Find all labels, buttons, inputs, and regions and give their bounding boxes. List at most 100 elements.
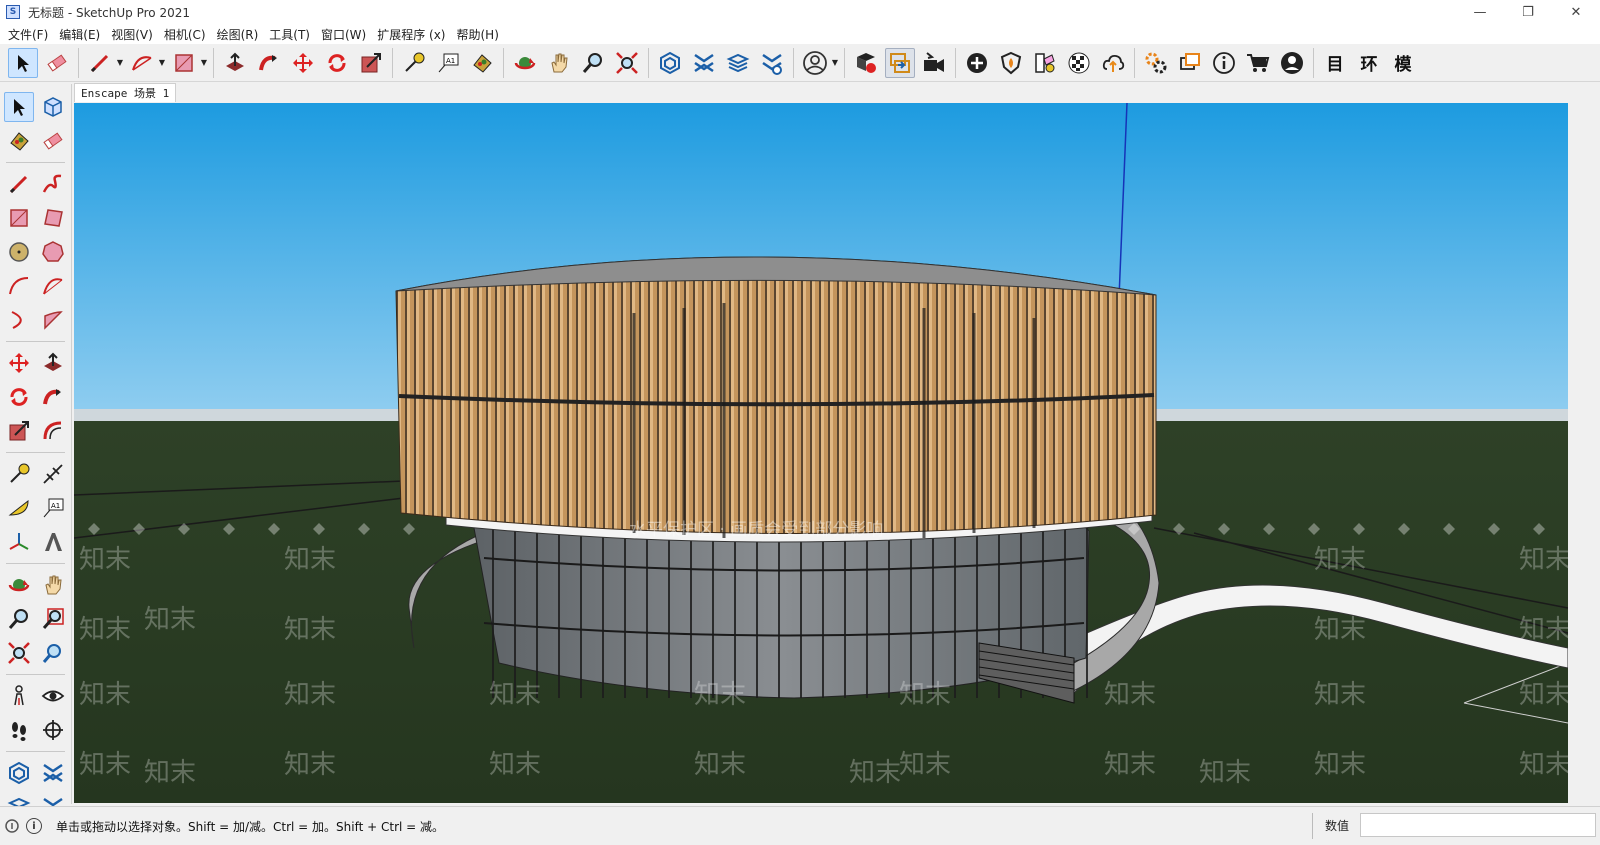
rectangle-tool-button[interactable] [169, 48, 199, 78]
rotated-rectangle-button[interactable] [38, 203, 68, 233]
settings-button[interactable] [1141, 48, 1171, 78]
paint-left-button[interactable] [4, 126, 34, 156]
menu-view[interactable]: 视图(V) [107, 26, 157, 43]
enscape-start-button[interactable] [851, 48, 881, 78]
axes-button[interactable] [4, 527, 34, 557]
scale-tool-button[interactable] [356, 48, 386, 78]
line-tool-button[interactable] [85, 48, 115, 78]
watermark-text: 知末 [79, 750, 131, 780]
tape-measure-tool-button[interactable] [399, 48, 429, 78]
select-tool-button[interactable] [8, 47, 38, 78]
three-point-arc-button[interactable] [4, 305, 34, 335]
zoom-window-button[interactable] [38, 604, 68, 634]
model-viewport[interactable]: 知末 知末 知末 知末 知末 知末 知末 知末 知末 知末 知末 知末 知末 知… [74, 103, 1568, 803]
text-left-button[interactable]: A1 [38, 493, 68, 523]
plugin-button-2[interactable]: 环 [1354, 48, 1384, 78]
follow-me-tool-button[interactable] [254, 48, 284, 78]
arc-left-button[interactable] [4, 271, 34, 301]
position-camera-button[interactable] [4, 681, 34, 711]
offset-button[interactable] [38, 416, 68, 446]
pie-button[interactable] [38, 305, 68, 335]
tape-measure-left-button[interactable] [4, 459, 34, 489]
two-point-arc-button[interactable] [38, 271, 68, 301]
rotate-left-button[interactable] [4, 382, 34, 412]
circle-button[interactable] [4, 237, 34, 267]
look-around-button[interactable] [38, 681, 68, 711]
orbit-left-button[interactable] [4, 570, 34, 600]
geolocation-icon[interactable] [4, 818, 20, 834]
push-pull-left-button[interactable] [38, 348, 68, 378]
toolbar-separator [503, 47, 504, 78]
paint-bucket-tool-button[interactable] [467, 48, 497, 78]
pan-left-button[interactable] [38, 570, 68, 600]
follow-me-left-button[interactable] [38, 382, 68, 412]
warehouse-button[interactable] [655, 48, 685, 78]
restore-button[interactable]: ❐ [1504, 0, 1552, 24]
enscape-sync-button[interactable] [885, 47, 915, 78]
dimension-button[interactable] [38, 459, 68, 489]
enscape-asset-button[interactable] [996, 48, 1026, 78]
rectangle-tool-dropdown-icon[interactable]: ▼ [199, 48, 209, 78]
plugin-button-3[interactable]: 模 [1388, 48, 1418, 78]
select-tool-left-button[interactable] [3, 92, 34, 122]
menu-help[interactable]: 帮助(H) [452, 26, 502, 43]
menu-draw[interactable]: 绘图(R) [213, 26, 263, 43]
watermark-text: 知末 [144, 758, 196, 788]
plugin-button-1[interactable]: 目 [1320, 48, 1350, 78]
rectangle-left-button[interactable] [4, 203, 34, 233]
zoom-left-button[interactable] [4, 604, 34, 634]
info-icon[interactable]: i [26, 818, 42, 834]
line-left-button[interactable] [4, 169, 34, 199]
zoom-extents-tool-button[interactable] [612, 48, 642, 78]
close-button[interactable]: ✕ [1552, 0, 1600, 24]
freehand-button[interactable] [38, 169, 68, 199]
about-button[interactable] [1209, 48, 1239, 78]
profile-button[interactable] [1277, 48, 1307, 78]
extension-warehouse-left-button[interactable] [38, 758, 68, 788]
zoom-tool-button[interactable] [578, 48, 608, 78]
move-tool-button[interactable] [288, 48, 318, 78]
material-editor-button[interactable] [1030, 48, 1060, 78]
menu-extensions[interactable]: 扩展程序 (x) [373, 26, 449, 43]
feedback-button[interactable] [1175, 48, 1205, 78]
walk-button[interactable] [4, 715, 34, 745]
eraser-left-button[interactable] [38, 126, 68, 156]
arc-tool-button[interactable] [127, 48, 157, 78]
text-tool-button[interactable]: A1 [433, 48, 463, 78]
rotate-tool-button[interactable] [322, 48, 352, 78]
orbit-tool-button[interactable] [510, 48, 540, 78]
layout-button[interactable] [723, 48, 753, 78]
minimize-button[interactable]: — [1456, 0, 1504, 24]
account-button[interactable] [800, 48, 830, 78]
eraser-tool-button[interactable] [42, 48, 72, 78]
texture-button[interactable] [1064, 48, 1094, 78]
protractor-button[interactable] [4, 493, 34, 523]
polygon-button[interactable] [38, 237, 68, 267]
menu-camera[interactable]: 相机(C) [160, 26, 210, 43]
warehouse-left-button[interactable] [4, 758, 34, 788]
scene-tab[interactable]: Enscape 场景 1 [74, 83, 177, 102]
previous-view-button[interactable] [38, 638, 68, 668]
arc-tool-dropdown-icon[interactable]: ▼ [157, 48, 167, 78]
add-view-button[interactable] [962, 48, 992, 78]
extension-warehouse-button[interactable] [689, 48, 719, 78]
zoom-extents-left-button[interactable] [4, 638, 34, 668]
store-button[interactable] [1243, 48, 1273, 78]
line-tool-dropdown-icon[interactable]: ▼ [115, 48, 125, 78]
menu-window[interactable]: 窗口(W) [317, 26, 370, 43]
account-dropdown-icon[interactable]: ▼ [830, 48, 840, 78]
push-pull-tool-button[interactable] [220, 48, 250, 78]
menu-file[interactable]: 文件(F) [4, 26, 52, 43]
scale-left-button[interactable] [4, 416, 34, 446]
upload-button[interactable] [1098, 48, 1128, 78]
menu-edit[interactable]: 编辑(E) [55, 26, 104, 43]
section-plane-button[interactable] [38, 715, 68, 745]
measurements-input[interactable] [1360, 813, 1596, 837]
component-button[interactable] [38, 92, 68, 122]
pan-tool-button[interactable] [544, 48, 574, 78]
enscape-camera-button[interactable] [919, 48, 949, 78]
extension-manager-button[interactable] [757, 48, 787, 78]
3d-text-button[interactable] [38, 527, 68, 557]
menu-tools[interactable]: 工具(T) [265, 26, 314, 43]
move-left-button[interactable] [4, 348, 34, 378]
